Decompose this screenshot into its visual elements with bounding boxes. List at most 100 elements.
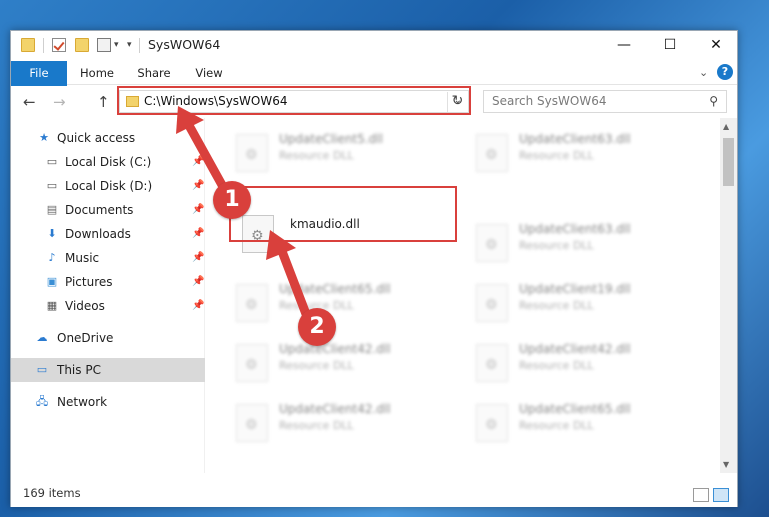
chevron-down-icon[interactable]: ▾ [114,40,119,50]
file-name: UpdateClient65.dll [279,282,391,296]
file-type: Resource DLL [519,359,594,372]
file-name: UpdateClient42.dll [279,342,391,356]
back-button[interactable]: ← [23,93,36,111]
sidebar-item-this-pc[interactable]: ▭ This PC [11,358,205,382]
ribbon: File Home Share View ⌄ ? [11,61,737,111]
details-view-icon[interactable] [693,488,709,502]
step-badge-1: 1 [213,181,251,219]
sidebar-item-videos[interactable]: ▦ Videos 📌 [11,294,205,318]
sidebar-item-label: Documents [65,203,134,217]
address-path[interactable]: C:\Windows\SysWOW64 [144,94,288,108]
file-name: UpdateClient42.dll [279,402,391,416]
sidebar-item-label: This PC [57,363,101,377]
sidebar-item-label: Network [57,395,108,409]
folder-icon [21,38,35,52]
file-item[interactable]: UpdateClient63.dll Resource DLL [446,126,676,176]
sidebar-item-label: Videos [65,299,105,313]
address-bar[interactable]: C:\Windows\SysWOW64 ⌄ [119,90,469,113]
sidebar-item-label: Local Disk (D:) [65,179,153,193]
maximize-button[interactable]: ☐ [647,31,693,61]
sidebar-item-downloads[interactable]: ⬇ Downloads 📌 [11,222,205,246]
properties-check-icon[interactable] [52,38,66,52]
new-folder-icon[interactable] [75,38,89,52]
sidebar-item-network[interactable]: 🖧 Network [11,390,205,414]
dll-file-icon [476,224,508,262]
pictures-icon: ▣ [46,275,58,288]
file-name: UpdateClient63.dll [519,222,631,236]
large-icons-view-icon[interactable] [713,488,729,502]
quick-access-toolbar-dropdown[interactable]: ▾ [127,40,132,50]
help-icon[interactable]: ? [717,64,733,80]
dll-file-icon [236,344,268,382]
file-item-kmaudio[interactable]: kmaudio.dll [206,213,436,263]
network-icon: 🖧 [35,395,49,408]
sidebar-item-label: Pictures [65,275,113,289]
music-icon: ♪ [48,251,56,264]
file-item[interactable]: UpdateClient19.dll Resource DLL [446,276,676,326]
file-type: Resource DLL [519,419,594,432]
search-input[interactable]: Search SysWOW64 ⚲ [483,90,727,113]
tab-home[interactable]: Home [73,61,121,85]
sidebar-item-onedrive[interactable]: ☁ OneDrive [11,326,205,350]
drive-icon: ▭ [46,155,58,168]
forward-button[interactable]: → [53,93,66,111]
file-name: UpdateClient19.dll [519,282,631,296]
navigation-pane: ★ Quick access ▭ Local Disk (C:) 📌 ▭ Loc… [11,118,205,473]
file-item[interactable]: UpdateClient63.dll Resource DLL [446,216,676,266]
file-name: kmaudio.dll [290,217,360,231]
sidebar-item-label: Music [65,251,100,265]
pin-icon: 📌 [192,300,205,311]
file-type: Resource DLL [279,419,354,432]
pin-icon: 📌 [192,180,205,191]
scrollbar-thumb[interactable] [723,138,734,186]
file-item[interactable]: UpdateClient5.dll Resource DLL [206,126,436,176]
customize-quick-access-icon[interactable] [97,38,111,52]
file-item[interactable]: UpdateClient42.dll Resource DLL [206,396,436,446]
address-toolbar: ← → ↑ C:\Windows\SysWOW64 ⌄ ↻ Search Sys… [11,86,737,118]
item-count: 169 items [23,486,81,500]
file-type: Resource DLL [519,299,594,312]
refresh-button[interactable]: ↻ [447,92,467,112]
sidebar-item-local-disk-c[interactable]: ▭ Local Disk (C:) 📌 [11,150,205,174]
sidebar-item-pictures[interactable]: ▣ Pictures 📌 [11,270,205,294]
sidebar-item-label: Quick access [57,131,136,145]
scroll-up-icon[interactable]: ▲ [723,122,729,131]
file-item[interactable]: UpdateClient65.dll Resource DLL [446,396,676,446]
dll-file-icon [476,134,508,172]
computer-icon: ▭ [36,363,48,376]
sidebar-item-label: Downloads [65,227,131,241]
drive-icon: ▭ [46,179,58,192]
search-icon[interactable]: ⚲ [709,94,718,108]
vertical-scrollbar[interactable]: ▲ ▼ [720,118,737,473]
file-item[interactable]: UpdateClient42.dll Resource DLL [446,336,676,386]
file-type: Resource DLL [279,149,354,162]
tab-view[interactable]: View [187,61,231,85]
pin-icon: 📌 [192,204,205,215]
file-name: UpdateClient65.dll [519,402,631,416]
file-explorer-window: ▾ ▾ SysWOW64 — ☐ ✕ File Home Share View … [10,30,738,507]
up-button[interactable]: ↑ [97,93,110,111]
sidebar-item-local-disk-d[interactable]: ▭ Local Disk (D:) 📌 [11,174,205,198]
dll-file-icon [236,284,268,322]
minimize-button[interactable]: — [601,31,647,61]
title-bar: ▾ ▾ SysWOW64 — ☐ ✕ [11,31,737,61]
search-placeholder: Search SysWOW64 [492,94,607,108]
expand-ribbon-icon[interactable]: ⌄ [699,66,708,79]
sidebar-item-documents[interactable]: ▤ Documents 📌 [11,198,205,222]
close-button[interactable]: ✕ [693,31,739,61]
sidebar-item-quick-access[interactable]: ★ Quick access [11,126,205,150]
sidebar-item-music[interactable]: ♪ Music 📌 [11,246,205,270]
scroll-down-icon[interactable]: ▼ [723,460,729,469]
toolbar-divider [139,38,140,53]
tab-share[interactable]: Share [131,61,177,85]
dll-file-icon [476,404,508,442]
star-icon: ★ [39,131,49,144]
pin-icon: 📌 [192,252,205,263]
cloud-icon: ☁ [36,331,48,344]
dll-file-icon [236,404,268,442]
pin-icon: 📌 [192,276,205,287]
step-badge-2: 2 [298,308,336,346]
pin-icon: 📌 [192,156,205,167]
toolbar-divider [43,38,44,53]
dll-file-icon [242,215,274,253]
